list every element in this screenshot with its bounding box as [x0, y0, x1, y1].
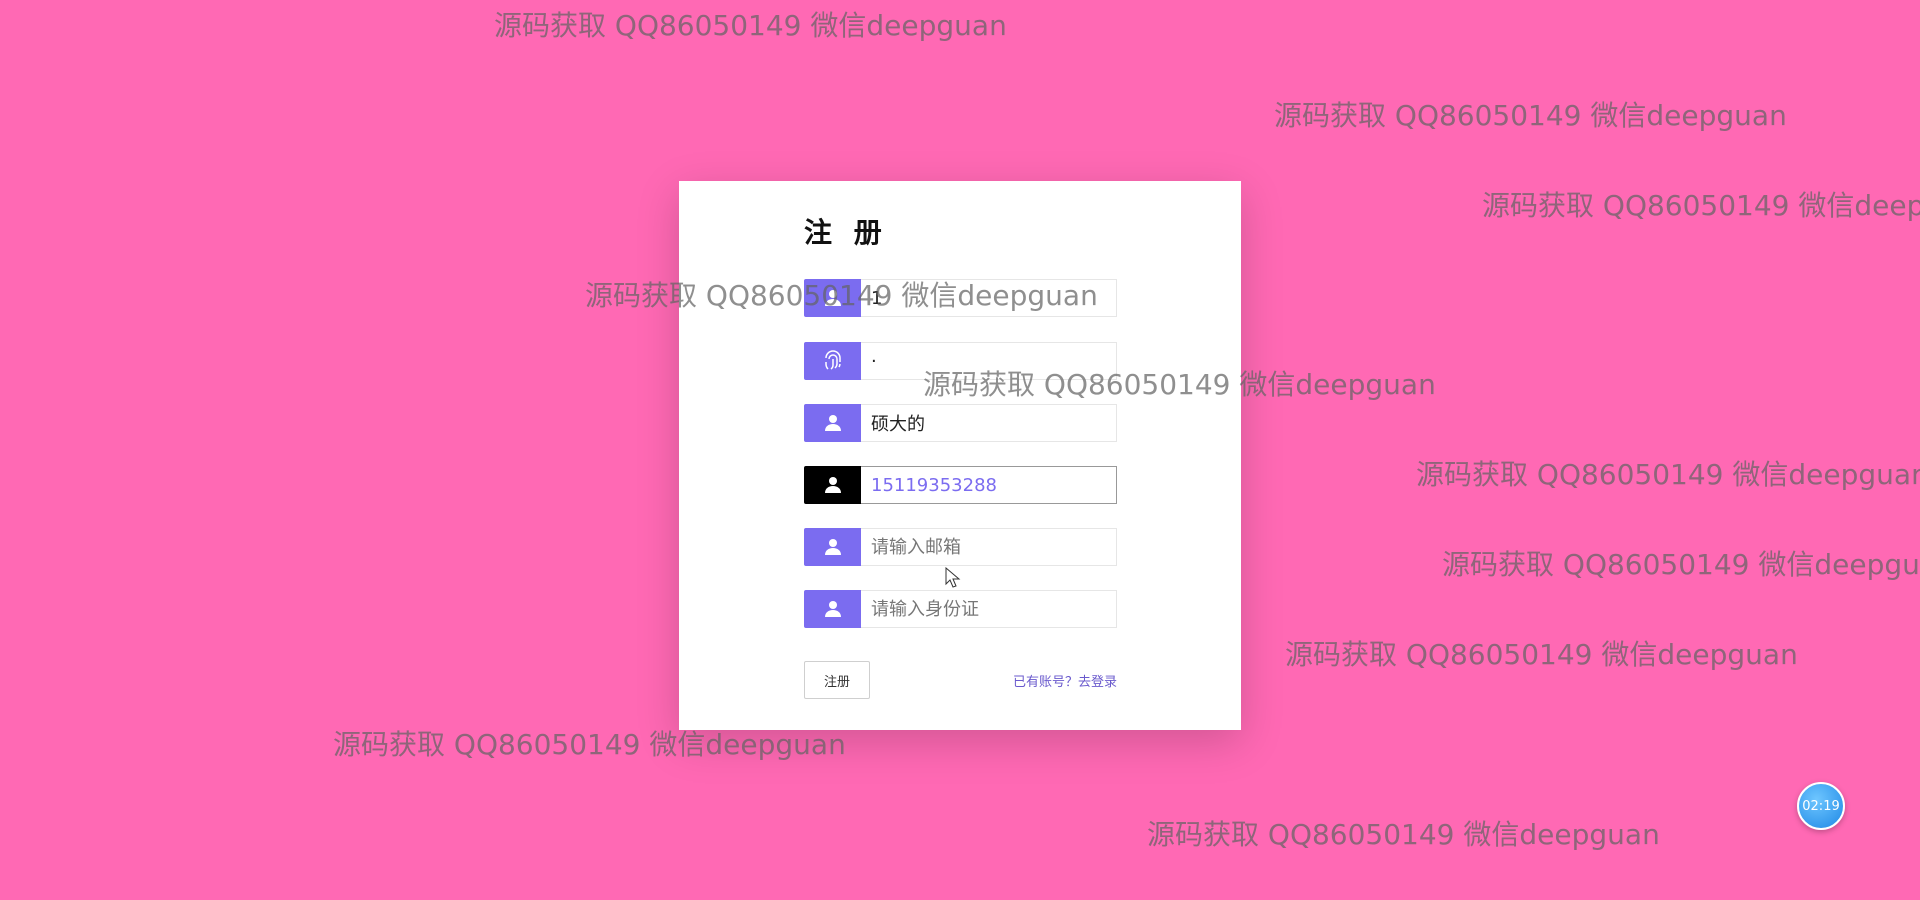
- user-icon: [804, 279, 861, 317]
- user-icon: [804, 590, 861, 628]
- watermark: 源码获取 QQ86050149 微信deepguan: [1482, 189, 1920, 222]
- register-card: 注 册 1 · 硕大的 15119353288 请输入邮箱 请输入身份证 注册 …: [679, 181, 1241, 730]
- timer-badge[interactable]: 02:19: [1797, 782, 1845, 830]
- username-input[interactable]: [861, 279, 1117, 317]
- watermark: 源码获取 QQ86050149 微信deepguan: [1285, 638, 1798, 671]
- user-icon: [804, 466, 861, 504]
- password-input[interactable]: [861, 342, 1117, 380]
- username-field: [804, 279, 1117, 317]
- phone-field: [804, 466, 1117, 504]
- id-card-field: [804, 590, 1117, 628]
- email-field: [804, 528, 1117, 566]
- phone-input[interactable]: [861, 466, 1117, 504]
- watermark: 源码获取 QQ86050149 微信deepguan: [1274, 99, 1787, 132]
- watermark: 源码获取 QQ86050149 微信deepguan: [1147, 818, 1660, 851]
- mouse-cursor-icon: [945, 567, 961, 588]
- fingerprint-icon: [804, 342, 861, 380]
- register-button[interactable]: 注册: [804, 661, 870, 699]
- watermark: 源码获取 QQ86050149 微信deepguan: [494, 9, 1007, 42]
- id-card-input[interactable]: [861, 590, 1117, 628]
- password-field: [804, 342, 1117, 380]
- user-icon: [804, 404, 861, 442]
- watermark: 源码获取 QQ86050149 微信deepguan: [1442, 548, 1920, 581]
- name-field: [804, 404, 1117, 442]
- go-login-link[interactable]: 已有账号？去登录: [1009, 671, 1117, 690]
- watermark: 源码获取 QQ86050149 微信deepguan: [1416, 458, 1920, 491]
- name-input[interactable]: [861, 404, 1117, 442]
- user-icon: [804, 528, 861, 566]
- page-title: 注 册: [804, 216, 888, 249]
- email-input[interactable]: [861, 528, 1117, 566]
